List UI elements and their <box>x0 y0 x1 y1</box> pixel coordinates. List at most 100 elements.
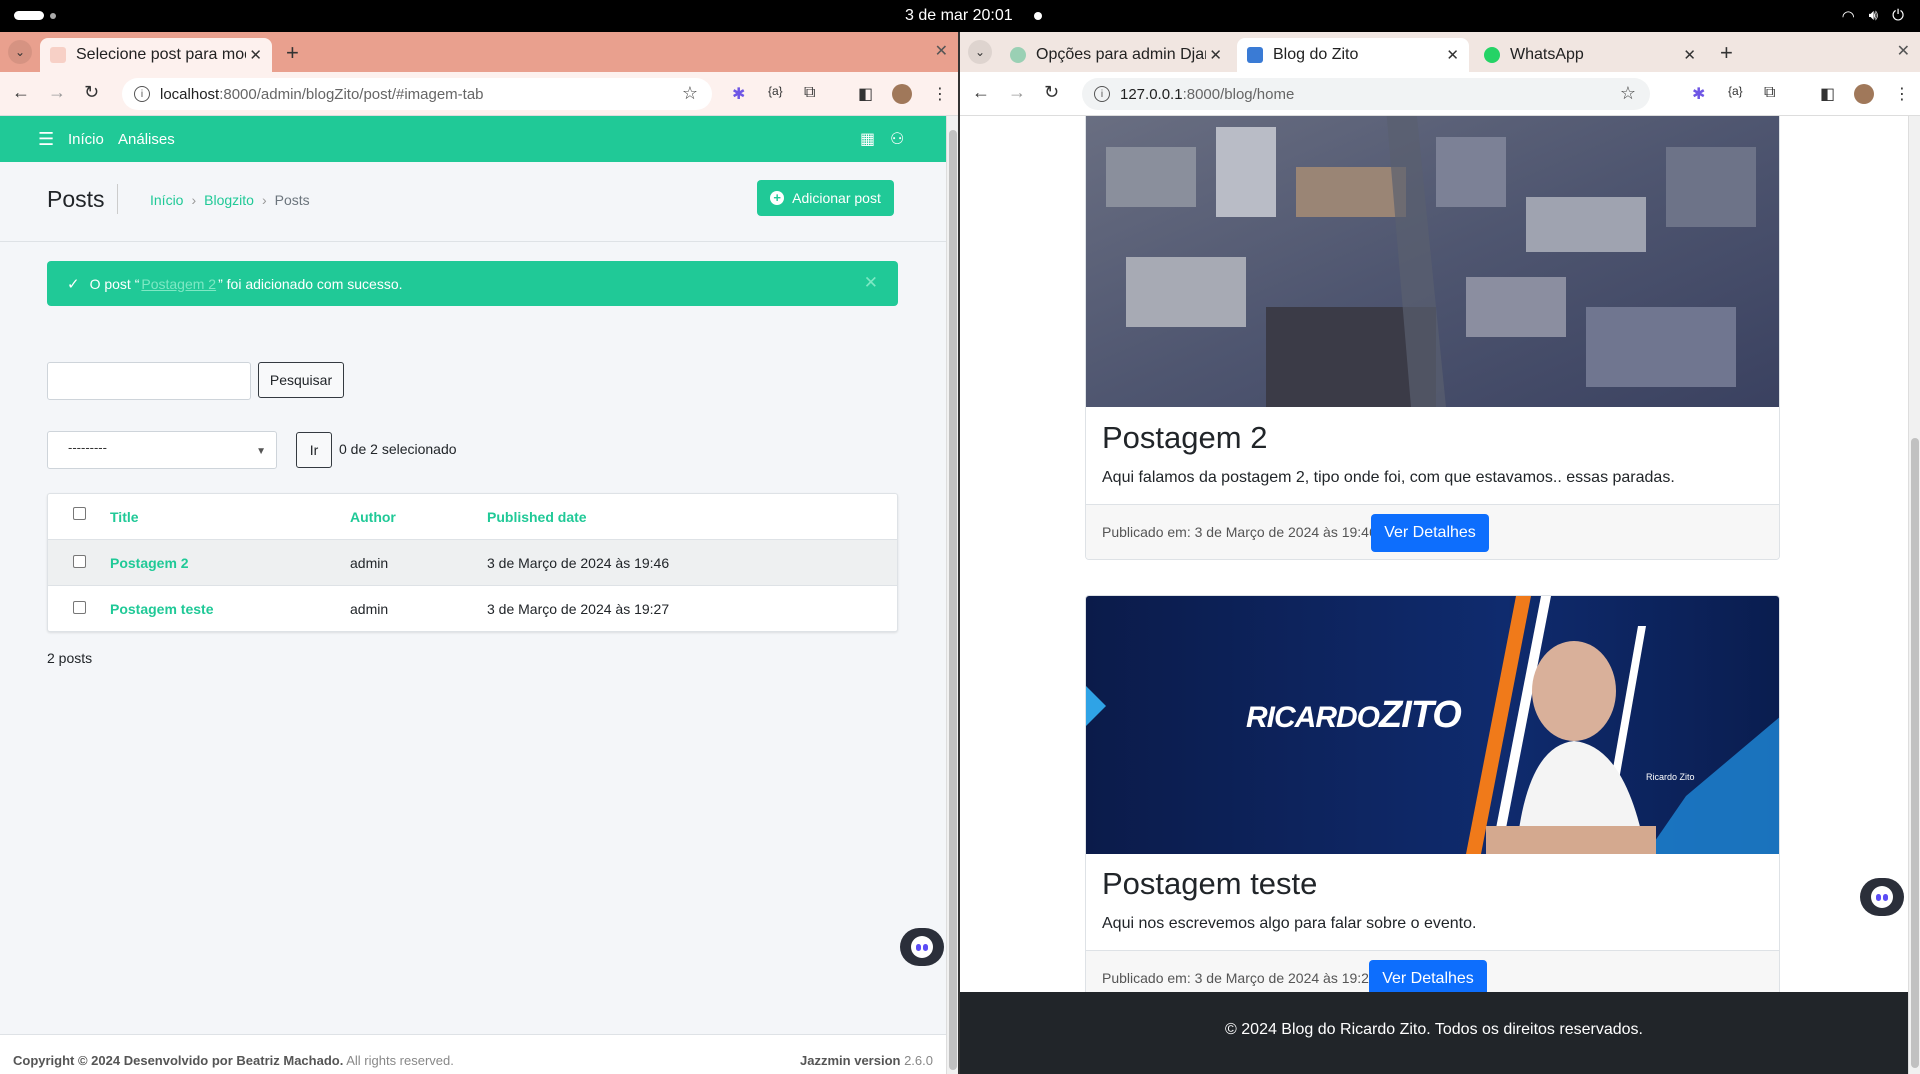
extension-icon[interactable]: ✱ <box>1692 84 1705 104</box>
col-date-header[interactable]: Published date <box>487 509 587 525</box>
menu-kebab-icon[interactable]: ⋮ <box>1894 84 1910 104</box>
action-select[interactable]: --------- ▼ <box>47 431 277 469</box>
address-bar-row: ← → ↻ i localhost:8000/admin/blogZito/po… <box>0 72 958 116</box>
omnibox[interactable]: i localhost:8000/admin/blogZito/post/#im… <box>122 78 712 110</box>
action-select-value: --------- <box>68 440 107 455</box>
new-tab-button[interactable]: + <box>286 40 299 66</box>
tab-search-button[interactable]: ⌄ <box>8 40 32 64</box>
back-icon[interactable]: ← <box>972 82 990 103</box>
extension-icon[interactable]: ✱ <box>732 84 745 104</box>
system-top-bar: 3 de mar 20:01 ◠ 🔊︎ ⏻ <box>0 0 1920 32</box>
post-text: Aqui nos escrevemos algo para falar sobr… <box>1102 915 1477 932</box>
system-clock[interactable]: 3 de mar 20:01 <box>905 7 1013 25</box>
wifi-icon: ◠ <box>1841 8 1855 25</box>
forward-icon[interactable]: → <box>1008 82 1026 103</box>
scrollbar[interactable] <box>1908 116 1920 1074</box>
row-title-link[interactable]: Postagem 2 <box>110 555 189 571</box>
address-bar-row: ← → ↻ i 127.0.0.1:8000/blog/home ☆ ✱ {a}… <box>960 72 1920 116</box>
ver-detalhes-button[interactable]: Ver Detalhes <box>1371 514 1489 552</box>
row-author: admin <box>350 555 389 571</box>
hamburger-icon[interactable]: ☰ <box>38 129 54 150</box>
window-close-icon[interactable]: ✕ <box>935 41 948 61</box>
close-icon[interactable]: ✕ <box>1683 46 1696 64</box>
post-card: RICARDOZITO Ricardo Zito Postagem teste … <box>1085 595 1780 1015</box>
window-close-icon[interactable]: ✕ <box>1897 41 1910 61</box>
breadcrumb-inicio[interactable]: Início <box>150 192 183 208</box>
close-icon[interactable]: ✕ <box>249 46 262 64</box>
site-info-icon[interactable]: i <box>134 86 150 102</box>
search-input[interactable] <box>47 362 251 400</box>
col-author-header[interactable]: Author <box>350 509 396 525</box>
add-post-button[interactable]: + Adicionar post <box>757 180 894 216</box>
col-title-header[interactable]: Title <box>110 509 139 525</box>
new-tab-button[interactable]: + <box>1720 40 1733 66</box>
close-icon[interactable]: ✕ <box>1446 46 1459 64</box>
url-host: localhost <box>160 85 220 103</box>
workspace-dot <box>50 13 56 19</box>
bookmark-star-icon[interactable]: ☆ <box>1620 83 1636 104</box>
site-info-icon[interactable]: i <box>1094 86 1110 102</box>
system-tray[interactable]: ◠ 🔊︎ ⏻ <box>1842 7 1904 25</box>
nav-analises-link[interactable]: Análises <box>118 131 175 148</box>
alert-post-link[interactable]: Postagem 2 <box>141 276 216 292</box>
side-panel-icon[interactable]: ◧ <box>858 84 873 104</box>
tab-search-button[interactable]: ⌄ <box>968 40 992 64</box>
divider <box>117 184 118 214</box>
breadcrumb-blogzito[interactable]: Blogzito <box>204 192 254 208</box>
activities-indicator[interactable] <box>14 11 44 20</box>
footer-copyright: Copyright © 2024 Desenvolvido por Beatri… <box>13 1053 344 1068</box>
tab-strip: ⌄ Selecione post para modificar ✕ + ✕ <box>0 32 958 72</box>
bookmark-star-icon[interactable]: ☆ <box>682 83 698 104</box>
row-date: 3 de Março de 2024 às 19:27 <box>487 601 670 617</box>
row-checkbox[interactable] <box>73 555 86 568</box>
menu-kebab-icon[interactable]: ⋮ <box>932 84 948 104</box>
post-published: Publicado em: 3 de Março de 2024 às 19:4… <box>1102 524 1377 540</box>
alert-text-post: ” foi adicionado com sucesso. <box>218 275 403 292</box>
tab-title: Selecione post para modificar <box>76 46 246 63</box>
row-date: 3 de Março de 2024 às 19:46 <box>487 555 670 571</box>
breadcrumb: Início › Blogzito › Posts <box>150 192 310 208</box>
side-panel-icon[interactable]: ◧ <box>1820 84 1835 104</box>
forward-icon[interactable]: → <box>48 82 66 103</box>
user-icon[interactable]: ⚇ <box>890 129 904 149</box>
back-icon[interactable]: ← <box>12 82 30 103</box>
tab-blog-do-zito[interactable]: Blog do Zito ✕ <box>1237 38 1469 72</box>
right-browser-window: ⌄ Opções para admin Django ✕ Blog do Zit… <box>960 32 1920 1074</box>
admin-navbar: ☰ Início Análises ▦ ⚇ <box>0 116 946 162</box>
reload-icon[interactable]: ↻ <box>84 82 99 103</box>
nav-inicio-link[interactable]: Início <box>68 131 104 148</box>
grid-icon[interactable]: ▦ <box>860 129 875 149</box>
post-title: Postagem teste <box>1102 866 1318 901</box>
profile-avatar[interactable] <box>1854 84 1874 109</box>
close-icon[interactable]: ✕ <box>1209 46 1222 64</box>
search-button[interactable]: Pesquisar <box>258 362 344 398</box>
alert-close-icon[interactable]: ✕ <box>864 273 878 293</box>
select-all-checkbox[interactable] <box>73 507 86 520</box>
json-extension-icon[interactable]: {a} <box>768 84 783 98</box>
extensions-puzzle-icon[interactable]: ⧉ <box>804 84 815 102</box>
reload-icon[interactable]: ↻ <box>1044 82 1059 103</box>
recording-dot <box>1034 12 1042 20</box>
go-button[interactable]: Ir <box>296 432 332 468</box>
add-post-label: Adicionar post <box>792 190 881 206</box>
omnibox[interactable]: i 127.0.0.1:8000/blog/home ☆ <box>1082 78 1650 110</box>
row-checkbox[interactable] <box>73 601 86 614</box>
tab-admin-options[interactable]: Opções para admin Django ✕ <box>1000 38 1232 72</box>
content-header: Posts Início › Blogzito › Posts + Adicionar … <box>0 162 946 242</box>
table-header-row: Title Author Published date <box>48 494 897 540</box>
banner-brand-a: RICARDO <box>1246 701 1380 734</box>
post-title: Postagem 2 <box>1102 420 1268 455</box>
profile-avatar[interactable] <box>892 84 912 109</box>
tab-admin-posts[interactable]: Selecione post para modificar ✕ <box>40 38 272 72</box>
tab-strip: ⌄ Opções para admin Django ✕ Blog do Zit… <box>960 32 1920 72</box>
assistant-bubble-icon[interactable] <box>900 928 944 966</box>
tab-whatsapp[interactable]: WhatsApp ✕ <box>1474 38 1706 72</box>
row-title-link[interactable]: Postagem teste <box>110 601 213 617</box>
extensions-puzzle-icon[interactable]: ⧉ <box>1764 84 1775 102</box>
url-path: :8000/admin/blogZito/post/#imagem-tab <box>219 85 484 103</box>
scrollbar[interactable] <box>946 116 958 1074</box>
assistant-bubble-icon[interactable] <box>1860 878 1904 916</box>
blog-footer: © 2024 Blog do Ricardo Zito. Todos os di… <box>960 992 1908 1074</box>
json-extension-icon[interactable]: {a} <box>1728 84 1743 98</box>
chevron-down-icon: ▼ <box>256 446 266 457</box>
